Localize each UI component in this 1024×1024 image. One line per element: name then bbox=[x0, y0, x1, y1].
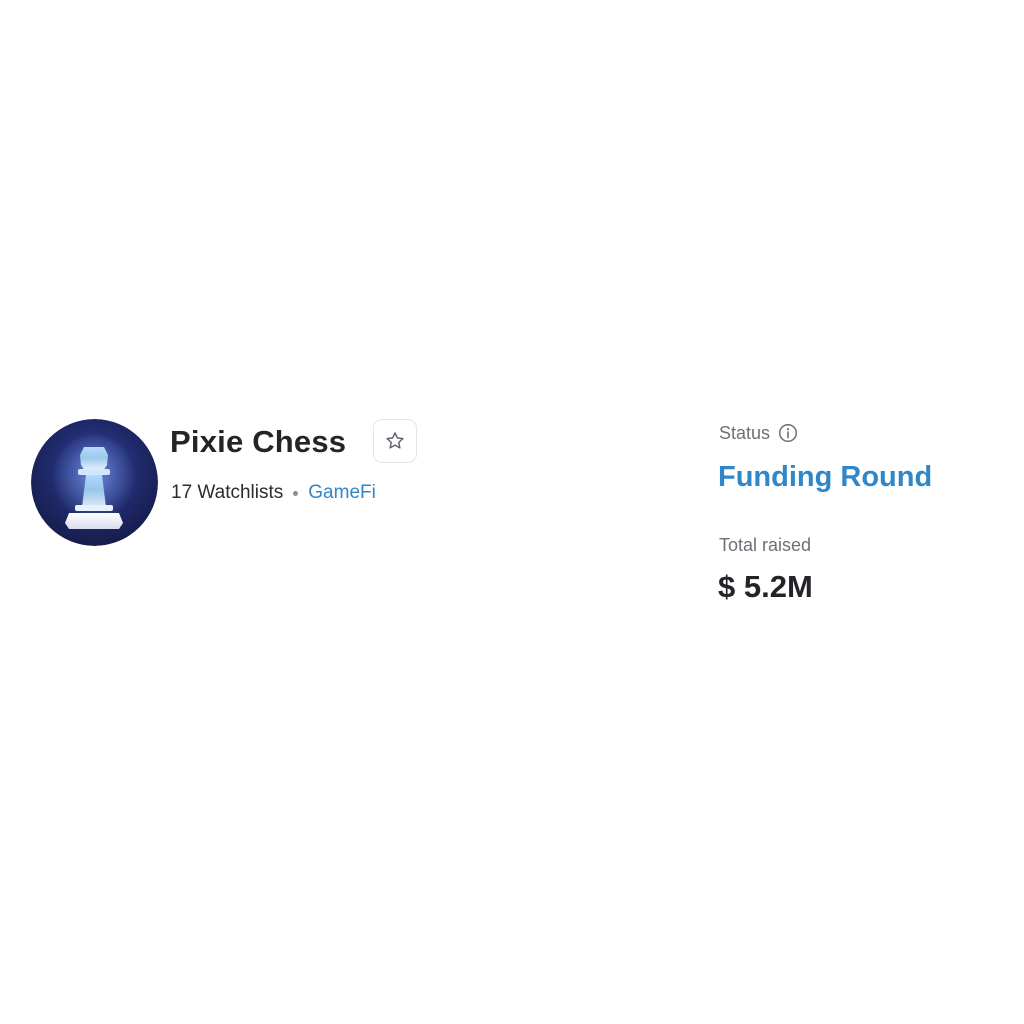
status-label: Status bbox=[719, 423, 771, 443]
project-name: Pixie Chess bbox=[170, 424, 347, 459]
dot-separator bbox=[293, 490, 299, 496]
star-icon bbox=[386, 432, 404, 449]
category-link[interactable]: GameFi bbox=[308, 480, 376, 506]
status-value: Funding Round bbox=[718, 461, 933, 493]
project-meta: 17 Watchlists GameFi bbox=[171, 480, 376, 506]
total-raised-value: $ 5.2M bbox=[718, 569, 813, 604]
info-icon[interactable] bbox=[778, 423, 798, 443]
total-raised-label: Total raised bbox=[719, 535, 812, 555]
watchlist-count: 17 Watchlists bbox=[171, 482, 284, 503]
add-to-watchlist-button[interactable] bbox=[373, 419, 417, 463]
status-label-row: Status bbox=[719, 421, 798, 445]
project-logo bbox=[31, 419, 158, 546]
project-header: Pixie Chess 17 Watchlists GameFi Status … bbox=[0, 0, 1024, 1024]
chess-pawn-icon bbox=[31, 419, 158, 546]
